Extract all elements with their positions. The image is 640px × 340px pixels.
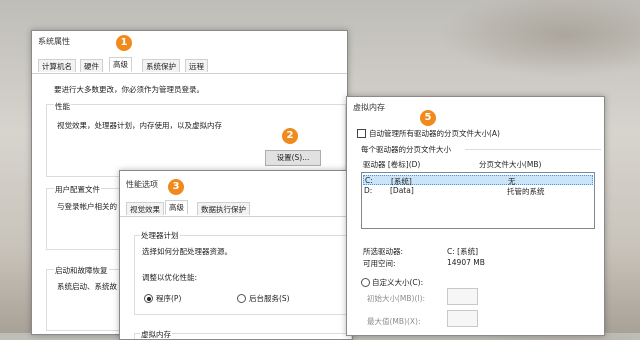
step-badge: 5 [420,110,436,126]
tab-advanced[interactable]: 高级 [165,200,188,215]
window-title: 性能选项 [126,180,158,189]
background-services-radio-label: 后台服务(S) [249,294,290,303]
performance-options-window: 性能选项 视觉效果 高级 数据执行保护 处理器计划 选择如何分配处理器资源。 调… [119,170,353,340]
tab-bar: 计算机名 硬件 高级 系统保护 远程 [32,57,347,74]
tab-computer-name[interactable]: 计算机名 [38,59,76,72]
step-badge: 3 [168,179,184,195]
programs-radio-label: 程序(P) [156,294,182,303]
free-space-label: 可用空间: [363,259,396,268]
step-badge: 2 [282,128,298,144]
optimize-label: 调整以优化性能: [142,273,198,282]
drive-row[interactable]: C: [系统] 无 [363,175,593,186]
step-badge: 1 [116,35,132,51]
drive-list[interactable]: C: [系统] 无 D: [Data] 托管的系统 [361,172,595,229]
drive-letter: C: [365,176,373,185]
drive-column-header: 驱动器 [卷标](D) [363,160,421,169]
performance-group [46,104,346,177]
user-profile-description: 与登录帐户相关的 [57,202,117,211]
max-size-label: 最大值(MB)(X): [367,317,421,326]
auto-manage-checkbox[interactable] [357,129,366,138]
performance-description: 视觉效果，处理器计划，内存使用，以及虚拟内存 [57,121,222,130]
initial-size-input[interactable] [447,288,478,305]
selected-drive-label: 所选驱动器: [363,247,404,256]
tab-system-protection[interactable]: 系统保护 [142,59,180,72]
auto-manage-label: 自动管理所有驱动器的分页文件大小(A) [369,129,500,138]
processor-scheduling-label: 处理器计划 [140,230,180,241]
tab-remote[interactable]: 远程 [185,59,208,72]
startup-recovery-description: 系统启动、系统故 [57,282,117,291]
tab-bar: 视觉效果 高级 数据执行保护 [120,200,352,217]
custom-size-radio[interactable] [361,278,370,287]
size-column-header: 分页文件大小(MB) [479,160,542,169]
background-services-radio[interactable] [237,294,246,303]
user-profile-group-label: 用户配置文件 [54,184,101,195]
selected-drive-value: C: [系统] [447,247,478,256]
max-size-input[interactable] [447,310,478,327]
tab-dep[interactable]: 数据执行保护 [197,202,250,215]
startup-recovery-group-label: 启动和故障恢复 [54,265,109,276]
drive-label: [Data] [390,186,414,195]
drive-size: 托管的系统 [507,187,545,196]
initial-size-label: 初始大小(MB)(I): [367,294,426,303]
tab-hardware[interactable]: 硬件 [80,59,103,72]
settings-button[interactable]: 设置(S)... [265,150,321,166]
virtual-memory-window: 虚拟内存 自动管理所有驱动器的分页文件大小(A) 每个驱动器的分页文件大小 驱动… [346,96,605,336]
programs-radio[interactable] [144,294,153,303]
processor-scheduling-description: 选择如何分配处理器资源。 [142,247,232,256]
free-space-value: 14907 MB [447,258,485,267]
performance-group-label: 性能 [54,101,71,112]
admin-note: 要进行大多数更改，你必须作为管理员登录。 [54,85,204,94]
divider [465,149,601,150]
custom-size-label: 自定义大小(C): [372,278,424,287]
window-title: 虚拟内存 [353,103,385,112]
tab-advanced[interactable]: 高级 [109,57,132,72]
virtual-memory-label: 虚拟内存 [140,329,172,339]
per-drive-label: 每个驱动器的分页文件大小 [361,145,451,154]
window-title: 系统属性 [38,37,70,46]
tab-visual-effects[interactable]: 视觉效果 [126,202,164,215]
drive-row[interactable]: D: [Data] 托管的系统 [363,186,593,196]
drive-letter: D: [364,186,373,195]
